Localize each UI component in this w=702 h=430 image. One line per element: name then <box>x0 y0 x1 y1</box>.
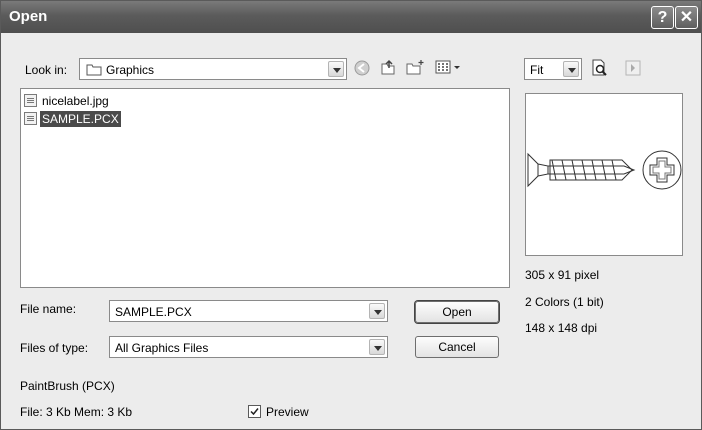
next-preview-icon[interactable] <box>625 60 641 79</box>
chevron-down-icon[interactable] <box>563 61 579 77</box>
look-in-dropdown[interactable]: Graphics <box>79 58 347 80</box>
file-list[interactable]: nicelabel.jpg SAMPLE.PCX <box>20 88 510 288</box>
look-in-label: Look in: <box>25 63 68 77</box>
help-button[interactable]: ? <box>651 6 674 29</box>
file-type-label: Files of type: <box>20 341 89 355</box>
screw-image <box>527 150 682 190</box>
zoom-dropdown[interactable]: Fit <box>524 58 582 80</box>
look-in-value: Graphics <box>106 63 155 77</box>
file-name-value: SAMPLE.PCX <box>115 305 192 319</box>
up-folder-icon[interactable] <box>379 58 397 79</box>
chevron-down-icon[interactable] <box>369 303 385 319</box>
chevron-down-icon[interactable] <box>328 61 344 77</box>
view-menu-icon[interactable] <box>434 58 464 79</box>
open-dialog: Open ? ✕ Look in: Graphics Fit nicelabel… <box>0 0 702 430</box>
format-label: PaintBrush (PCX) <box>20 379 115 393</box>
dialog-title: Open <box>9 8 48 25</box>
zoom-value: Fit <box>530 63 544 77</box>
cancel-button[interactable]: Cancel <box>415 336 499 358</box>
preview-size: 305 x 91 pixel <box>525 268 600 282</box>
file-name-input[interactable]: SAMPLE.PCX <box>109 300 388 322</box>
image-preview <box>525 93 683 256</box>
new-folder-icon[interactable] <box>405 58 425 79</box>
chevron-down-icon[interactable] <box>369 339 385 355</box>
open-button[interactable]: Open <box>415 301 499 323</box>
checkmark-icon <box>250 408 259 416</box>
preview-dpi: 148 x 148 dpi <box>525 321 598 335</box>
folder-icon <box>86 63 102 79</box>
back-icon[interactable] <box>353 59 371 80</box>
preview-checkbox-label[interactable]: Preview <box>266 405 309 419</box>
file-name-label: SAMPLE.PCX <box>40 111 121 127</box>
preview-colors: 2 Colors (1 bit) <box>525 295 604 309</box>
close-button[interactable]: ✕ <box>675 6 698 29</box>
file-type-value: All Graphics Files <box>115 341 209 355</box>
image-file-icon <box>24 112 37 125</box>
preview-checkbox[interactable] <box>248 405 261 418</box>
title-bar[interactable]: Open ? ✕ <box>1 1 701 33</box>
file-type-dropdown[interactable]: All Graphics Files <box>109 336 388 358</box>
preview-zoom-icon[interactable] <box>590 59 610 80</box>
file-mem-label: File: 3 Kb Mem: 3 Kb <box>20 405 133 419</box>
file-name-label: nicelabel.jpg <box>42 94 109 108</box>
image-file-icon <box>24 94 37 107</box>
file-name-field-label: File name: <box>20 302 77 316</box>
